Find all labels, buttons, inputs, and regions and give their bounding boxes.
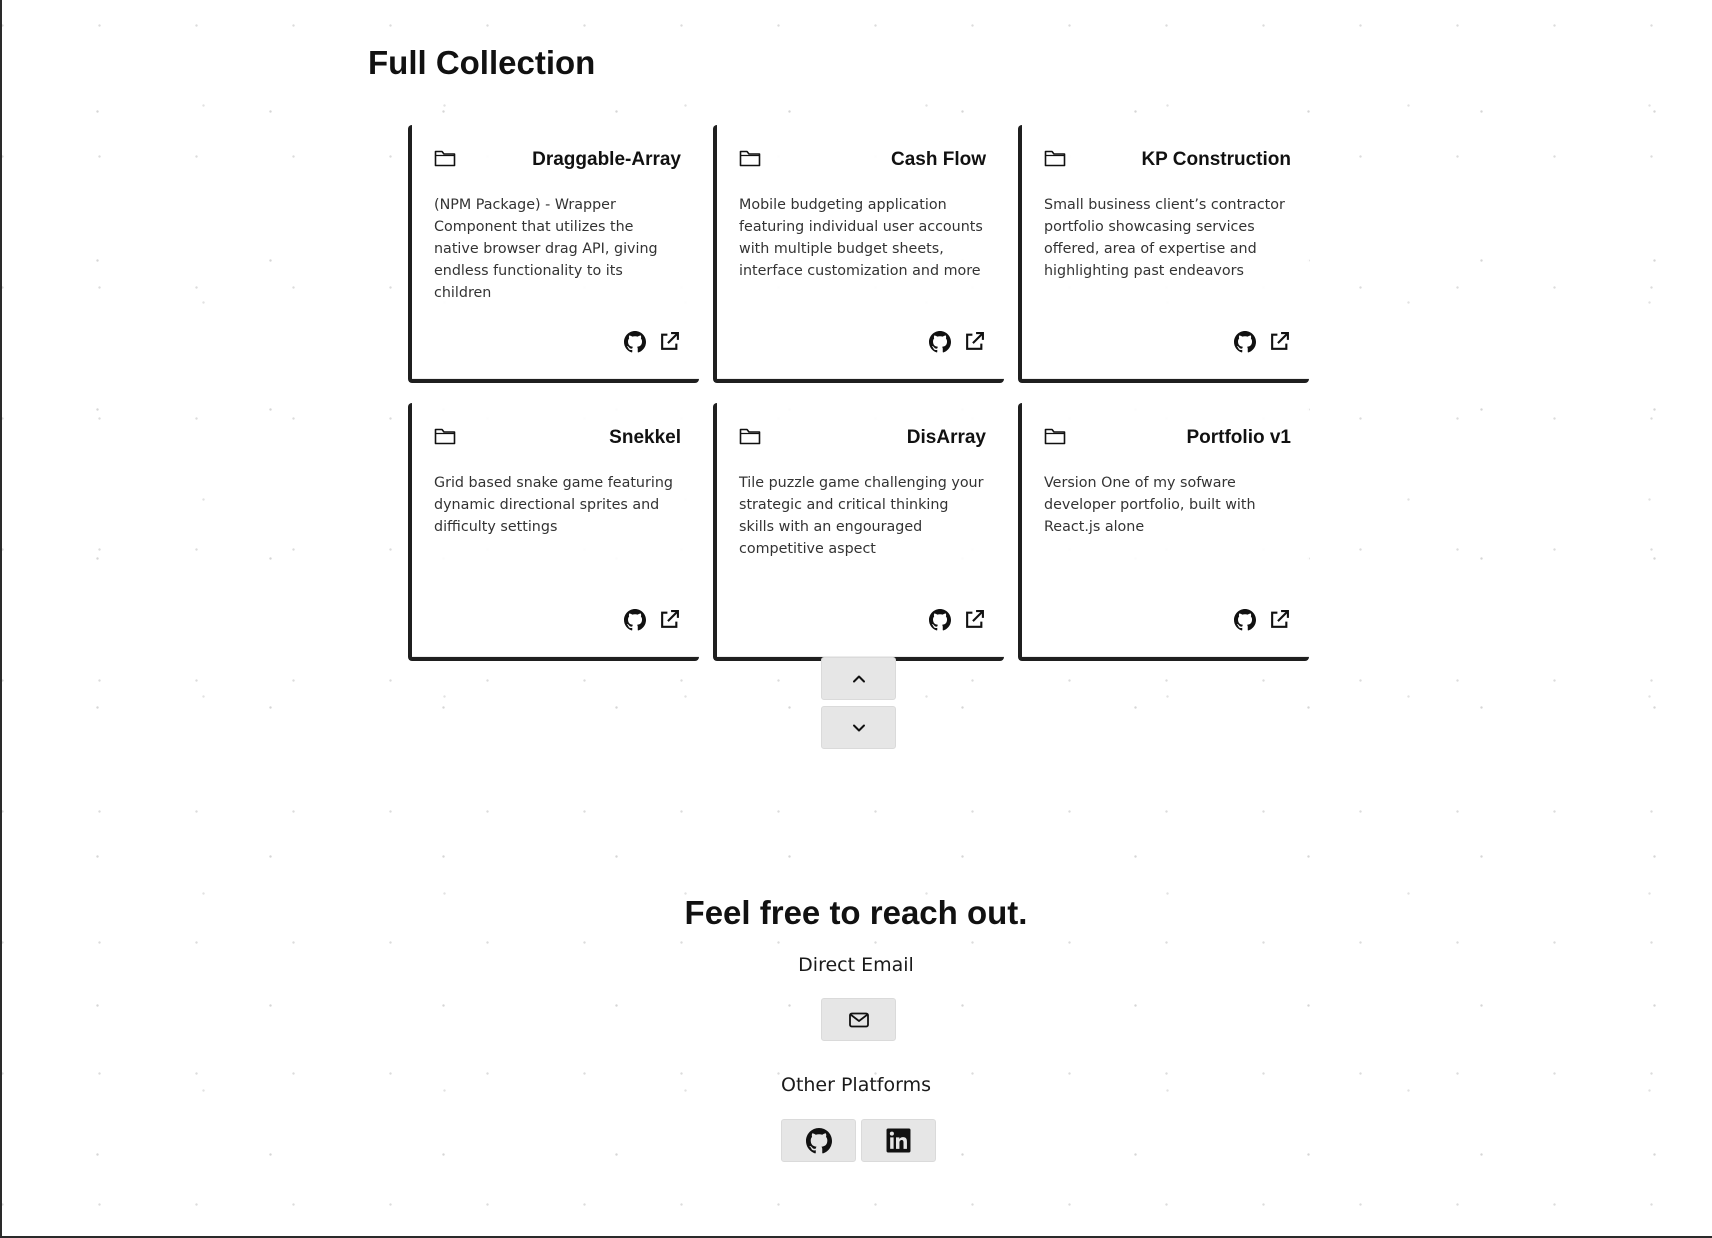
project-description: Tile puzzle game challenging your strate… [739, 475, 984, 557]
github-icon [1233, 330, 1256, 353]
github-link[interactable] [1233, 608, 1256, 631]
github-icon [623, 330, 646, 353]
github-link[interactable] [623, 608, 646, 631]
project-description: Small business client’s contractor portf… [1044, 197, 1285, 279]
external-link[interactable] [1268, 608, 1291, 631]
chevron-up-icon [852, 674, 866, 684]
folder-icon [434, 427, 456, 445]
folder-icon [739, 427, 761, 445]
folder-icon [434, 149, 456, 167]
external-link-icon [1269, 609, 1290, 630]
project-description: Mobile budgeting application featuring i… [739, 197, 983, 279]
folder-icon [1044, 149, 1066, 167]
mail-icon [848, 1011, 870, 1029]
external-link-icon [659, 609, 680, 630]
project-title: KP Construction [1141, 149, 1291, 170]
project-title: DisArray [906, 427, 986, 448]
external-link-icon [659, 331, 680, 352]
external-link-icon [964, 609, 985, 630]
email-label: Direct Email [798, 954, 914, 976]
project-links [623, 608, 681, 631]
scroll-up-button[interactable] [821, 657, 896, 700]
github-icon [623, 608, 646, 631]
external-link-icon [964, 331, 985, 352]
linkedin-icon [886, 1128, 911, 1153]
project-links [623, 330, 681, 353]
github-icon [928, 330, 951, 353]
github-link[interactable] [623, 330, 646, 353]
external-link[interactable] [658, 608, 681, 631]
folder-icon [739, 149, 761, 167]
external-link[interactable] [963, 608, 986, 631]
external-link[interactable] [963, 330, 986, 353]
project-links [928, 330, 986, 353]
contact-title: Feel free to reach out. [684, 894, 1028, 931]
github-icon [805, 1127, 832, 1154]
project-links [928, 608, 986, 631]
project-description: Grid based snake game featuring dynamic … [434, 475, 673, 535]
project-card: Draggable-Array (NPM Package) - Wrapper … [408, 125, 699, 383]
project-title: Portfolio v1 [1186, 427, 1291, 448]
project-links [1233, 330, 1291, 353]
pager [821, 657, 896, 749]
project-card: KP Construction Small business client’s … [1018, 125, 1309, 383]
project-grid: Draggable-Array (NPM Package) - Wrapper … [408, 125, 1309, 661]
external-link[interactable] [1268, 330, 1291, 353]
github-link[interactable] [1233, 330, 1256, 353]
project-card: DisArray Tile puzzle game challenging yo… [713, 403, 1004, 661]
github-link[interactable] [928, 608, 951, 631]
external-link[interactable] [658, 330, 681, 353]
section-title: Full Collection [368, 44, 596, 81]
project-description: Version One of my sofware developer port… [1044, 475, 1256, 535]
project-description: (NPM Package) - Wrapper Component that u… [434, 197, 658, 301]
linkedin-profile-button[interactable] [861, 1119, 936, 1162]
email-button[interactable] [821, 998, 896, 1041]
project-title: Snekkel [609, 427, 681, 448]
scroll-down-button[interactable] [821, 706, 896, 749]
project-title: Cash Flow [890, 149, 986, 170]
project-card: Cash Flow Mobile budgeting application f… [713, 125, 1004, 383]
project-links [1233, 608, 1291, 631]
project-title: Draggable-Array [532, 149, 681, 170]
github-profile-button[interactable] [781, 1119, 856, 1162]
folder-icon [1044, 427, 1066, 445]
platform-row [781, 1119, 936, 1162]
email-row [821, 998, 896, 1041]
github-link[interactable] [928, 330, 951, 353]
external-link-icon [1269, 331, 1290, 352]
project-card: Snekkel Grid based snake game featuring … [408, 403, 699, 661]
github-icon [928, 608, 951, 631]
github-icon [1233, 608, 1256, 631]
platforms-label: Other Platforms [780, 1074, 931, 1096]
project-card: Portfolio v1 Version One of my sofware d… [1018, 403, 1309, 661]
chevron-down-icon [852, 723, 866, 733]
